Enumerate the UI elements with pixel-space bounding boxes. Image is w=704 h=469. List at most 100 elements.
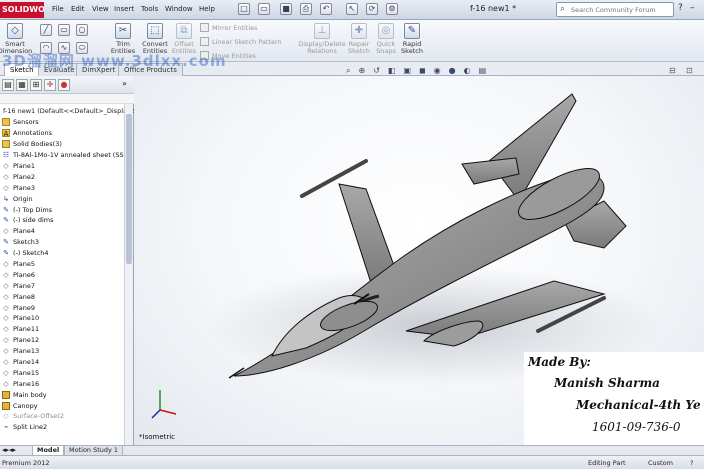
expand-panel-icon[interactable]: » [122,79,127,88]
snaps-icon: ◎ [378,23,394,39]
rectangle-icon[interactable]: ▭ [58,24,70,36]
tree-item[interactable]: A Annotations [0,128,124,139]
menu-file[interactable]: File [52,5,64,13]
tree-item[interactable]: ✎ (-) Sketch4 [0,248,124,259]
app-logo[interactable]: SOLIDWORKS [0,2,44,18]
print-icon[interactable]: ⎙ [300,3,312,15]
scrollbar-thumb[interactable] [126,114,132,264]
tree-item[interactable]: ◇ Plane4 [0,226,124,237]
property-manager-icon[interactable]: ▦ [16,79,28,91]
rebuild-icon[interactable]: ⟳ [366,3,378,15]
tree-item-label: Ti-8Al-1Mo-1V annealed sheet (SS) [13,151,124,160]
tree-item[interactable]: ✎ Sketch3 [0,237,124,248]
tree-item[interactable]: Canopy [0,400,124,411]
zoom-to-fit-icon[interactable]: ⌕ [346,66,350,76]
tree-item[interactable]: Solid Bodies(3) [0,139,124,150]
tree-item[interactable]: ◇ Plane13 [0,346,124,357]
tab-scroll-arrows-icon[interactable]: ◂▸◂▸ [2,446,16,454]
menu-help[interactable]: Help [199,5,215,13]
search-input[interactable] [571,4,671,15]
tree-item[interactable]: ◇ Plane6 [0,269,124,280]
tree-item[interactable]: Main body [0,389,124,400]
display-manager-icon[interactable]: ● [58,79,70,91]
tree-item[interactable]: ◇ Plane9 [0,302,124,313]
menu-tools[interactable]: Tools [141,5,158,13]
tree-filter-bar[interactable] [0,94,134,104]
linear-pattern-button[interactable]: Linear Sketch Pattern [200,37,282,46]
view-orientation-icon[interactable]: ▣ [403,66,411,76]
tree-item[interactable]: ◇ Plane11 [0,324,124,335]
feature-tree-tab-icon[interactable]: ▤ [2,79,14,91]
solidworks-window: SOLIDWORKS File Edit View Insert Tools W… [0,0,704,469]
repair-sketch-button[interactable]: ✚ Repair Sketch [346,23,372,55]
tree-item[interactable]: ↳ Origin [0,193,124,204]
tree-item[interactable]: ◇ Surface-Offset2 [0,411,124,422]
hide-show-items-icon[interactable]: ◉ [434,66,441,76]
tree-item[interactable]: ◇ Plane8 [0,291,124,302]
bottom-tabs: ◂▸◂▸ Model Motion Study 1 [0,445,704,456]
dimxpert-manager-icon[interactable]: ✛ [44,79,56,91]
minimize-icon[interactable]: – [690,3,695,13]
status-bar: Premium 2012 Editing Part Custom ? [0,455,704,469]
quick-snaps-button[interactable]: ◎ Quick Snaps [374,23,398,55]
tree-scrollbar[interactable] [124,104,133,445]
graphics-viewport[interactable]: ⌕ ⊕ ↺ ◧ ▣ ◼ ◉ ● ◐ ▤ ⊟ ⊡ *Isometric Made … [134,66,704,445]
plane-icon: ◇ [3,183,9,192]
tree-item[interactable]: ◇ Plane1 [0,161,124,172]
tree-item[interactable]: ◇ Plane10 [0,313,124,324]
undo-icon[interactable]: ↶ [320,3,332,15]
tree-item[interactable]: ◇ Plane2 [0,171,124,182]
configuration-manager-icon[interactable]: ⊞ [30,79,42,91]
menu-edit[interactable]: Edit [71,5,85,13]
tree-item[interactable]: ☷ Ti-8Al-1Mo-1V annealed sheet (SS) [0,150,124,161]
help-icon[interactable]: ? [678,3,683,13]
display-style-icon[interactable]: ◼ [419,66,426,76]
origin-icon: ↳ [3,194,9,203]
tree-item[interactable]: ◇ Plane15 [0,367,124,378]
tree-item[interactable]: ◇ Plane16 [0,378,124,389]
edit-appearance-icon[interactable]: ● [449,66,456,76]
tree-item[interactable]: ◇ Plane5 [0,259,124,270]
search-community-box[interactable]: ⌕ [556,2,674,17]
mirror-entities-button[interactable]: Mirror Entities [200,23,258,32]
relations-icon: ⊥ [314,23,330,39]
section-view-icon[interactable]: ◧ [388,66,396,76]
circle-icon[interactable]: ○ [76,24,88,36]
maximize-view-icon[interactable]: ⊡ [686,66,693,75]
new-document-icon[interactable]: □ [238,3,250,15]
plane-icon: ◇ [3,347,9,356]
select-pointer-icon[interactable]: ↖ [346,3,358,15]
apply-scene-icon[interactable]: ◐ [464,66,471,76]
split-window-icon[interactable]: ⊟ [669,66,676,75]
plane-icon: ◇ [3,292,9,301]
tree-item[interactable]: ⌁ Split Line2 [0,422,124,433]
save-icon[interactable]: ■ [280,3,292,15]
tree-root-part[interactable]: f-16 new1 (Default<<Default>_Display S [3,107,137,115]
menu-insert[interactable]: Insert [114,5,134,13]
status-units[interactable]: Custom [648,459,673,467]
open-folder-icon[interactable]: ▭ [258,3,270,15]
tree-item-label: Plane12 [13,336,40,345]
tree-item[interactable]: ◇ Plane14 [0,357,124,368]
menu-window[interactable]: Window [165,5,193,13]
tree-item[interactable]: ✎ (-) Top Dims [0,204,124,215]
display-delete-relations-button[interactable]: ⊥ Display/Delete Relations [298,23,346,55]
view-settings-icon[interactable]: ▤ [479,66,487,76]
tree-item-label: Origin [13,194,33,203]
line-icon[interactable]: ╱ [40,24,52,36]
tree-item[interactable]: ✎ (-) side dims [0,215,124,226]
tree-item[interactable]: ◇ Plane12 [0,335,124,346]
tree-item[interactable]: ◇ Plane3 [0,182,124,193]
menu-view[interactable]: View [92,5,109,13]
previous-view-icon[interactable]: ↺ [373,66,380,76]
tree-item-label: Plane11 [13,325,40,334]
tree-item[interactable]: ◇ Plane7 [0,280,124,291]
tree-item-label: Plane10 [13,314,40,323]
tree-item[interactable]: Sensors [0,117,124,128]
rapid-sketch-button[interactable]: ✎ Rapid Sketch [400,23,424,55]
credit-name: Manish Sharma [554,376,660,390]
help-status-icon[interactable]: ? [690,459,693,467]
plane-icon: ◇ [3,336,9,345]
options-icon[interactable]: ⚙ [386,3,398,15]
zoom-area-icon[interactable]: ⊕ [358,66,365,76]
